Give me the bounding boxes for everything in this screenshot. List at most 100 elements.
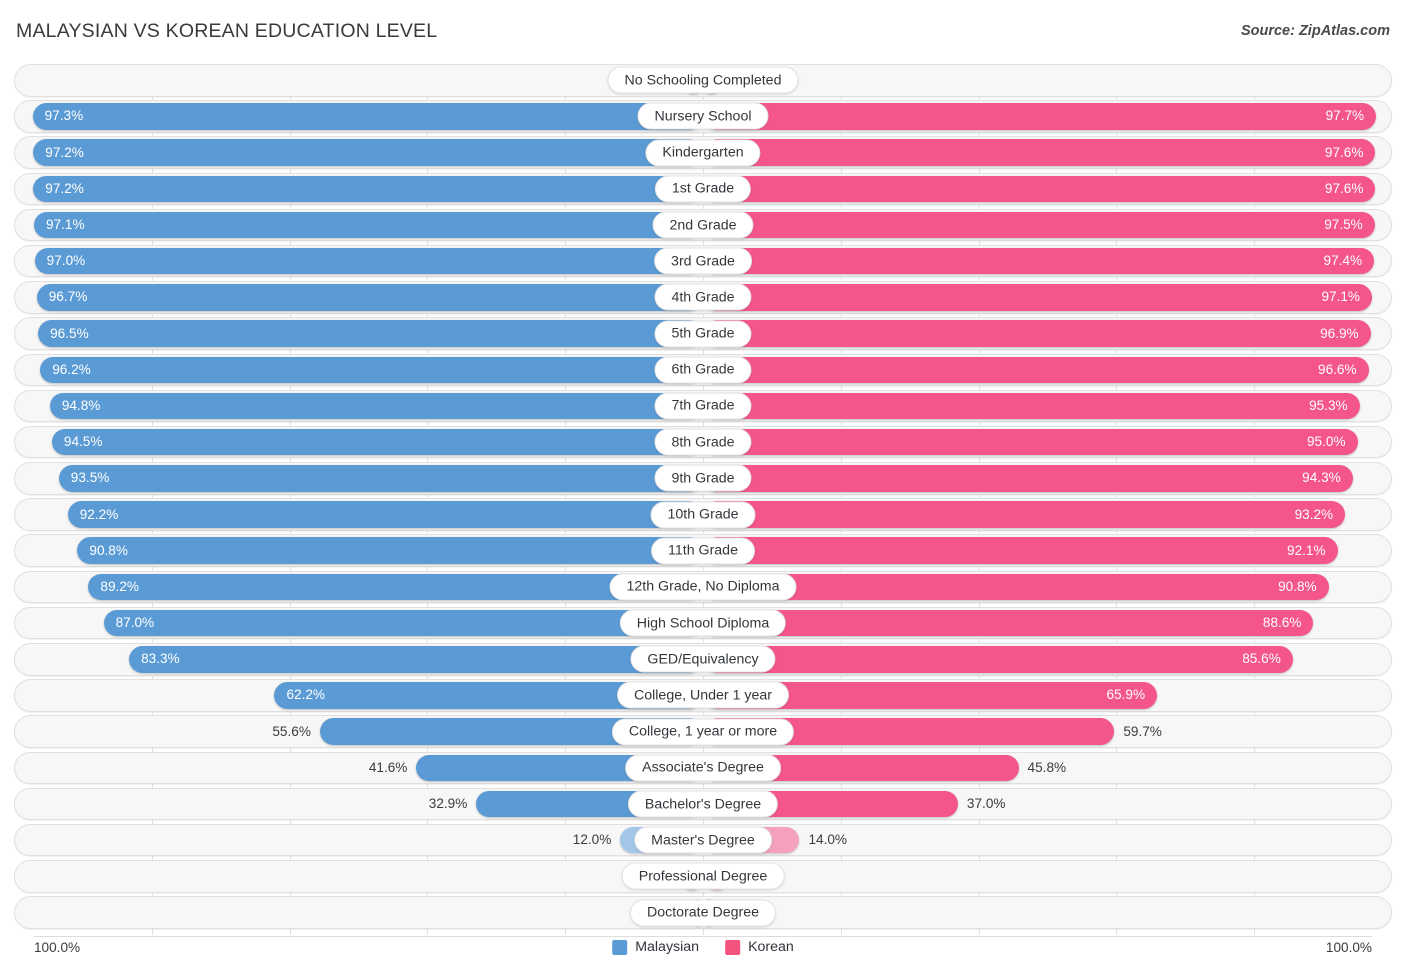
category-label[interactable]: Professional Degree — [621, 862, 785, 890]
category-label[interactable]: 11th Grade — [651, 537, 755, 565]
bar-value-malaysian: 41.6% — [368, 760, 408, 776]
bar-value-malaysian: 93.5% — [70, 470, 110, 486]
axis-label-right: 100.0% — [1325, 940, 1372, 955]
bar-value-korean: 96.9% — [1320, 325, 1359, 341]
bar-value-malaysian: 89.2% — [100, 579, 139, 595]
chart-row: 12.0% 14.0% Master's Degree — [14, 823, 1392, 857]
chart-row: 96.5% 96.9% 5th Grade — [14, 317, 1392, 350]
chart-row: 1.5%1.7%Doctorate Degree — [14, 896, 1392, 929]
bar-value-korean: 90.8% — [1278, 579, 1317, 595]
bar-korean: 96.6% — [703, 356, 1369, 383]
category-label[interactable]: College, Under 1 year — [616, 681, 790, 709]
legend-item[interactable]: Korean — [725, 939, 794, 955]
bar-malaysian: 97.2% — [33, 139, 703, 166]
chart-row: 41.6% 45.8% Associate's Degree — [14, 751, 1392, 785]
category-label[interactable]: College, 1 year or more — [611, 718, 795, 746]
bar-value-malaysian: 32.9% — [428, 796, 468, 812]
legend: Malaysian Korean — [612, 939, 794, 955]
bar-value-malaysian: 96.5% — [50, 325, 89, 341]
chart-header: MALAYSIAN VS KOREAN EDUCATION LEVEL Sour… — [0, 0, 1406, 62]
chart-row: 90.8% 92.1% 11th Grade — [14, 534, 1392, 567]
bar-value-malaysian: 94.5% — [63, 434, 103, 450]
category-label[interactable]: 9th Grade — [654, 464, 752, 492]
source-attribution: Source: ZipAtlas.com — [1240, 23, 1390, 39]
chart-row: 92.2% 93.2% 10th Grade — [14, 498, 1392, 531]
chart-row: 93.5% 94.3% 9th Grade — [14, 462, 1392, 495]
bar-korean: 88.6% — [703, 609, 1314, 637]
bar-value-korean: 85.6% — [1242, 651, 1281, 667]
bar-value-malaysian: 97.2% — [45, 181, 84, 197]
chart-row: 55.6% 59.7% College, 1 year or more — [14, 715, 1392, 748]
chart-row: 97.1% 97.5% 2nd Grade — [14, 208, 1392, 242]
bar-korean: 97.6% — [703, 175, 1376, 203]
chart-row: 97.2% 97.6% 1st Grade — [14, 172, 1392, 206]
category-label[interactable]: GED/Equivalency — [630, 645, 776, 673]
bar-malaysian: 97.0% — [34, 247, 703, 275]
axis-label-left: 100.0% — [34, 940, 81, 955]
bar-value-malaysian: 83.3% — [141, 651, 180, 667]
bar-value-korean: 94.3% — [1302, 470, 1341, 486]
category-label[interactable]: 2nd Grade — [652, 211, 754, 239]
bar-value-korean: 14.0% — [808, 832, 847, 848]
bar-value-korean: 97.1% — [1321, 289, 1361, 305]
chart-row: 94.5% 95.0% 8th Grade — [14, 425, 1392, 459]
category-label[interactable]: Doctorate Degree — [630, 899, 776, 927]
bar-value-malaysian: 92.2% — [79, 506, 119, 522]
bar-value-malaysian: 55.6% — [272, 723, 311, 739]
category-label[interactable]: Bachelor's Degree — [627, 790, 779, 818]
footer-divider — [34, 936, 1372, 937]
chart-row: 94.8% 95.3% 7th Grade — [14, 389, 1392, 423]
category-label[interactable]: Master's Degree — [634, 826, 772, 854]
category-label[interactable]: 6th Grade — [654, 356, 752, 384]
bar-malaysian: 94.8% — [49, 392, 703, 420]
bar-value-malaysian: 90.8% — [89, 542, 128, 558]
bar-malaysian: 93.5% — [58, 465, 703, 492]
category-label[interactable]: High School Diploma — [619, 609, 787, 637]
bar-korean: 85.6% — [703, 646, 1293, 673]
bar-malaysian: 96.2% — [40, 356, 703, 383]
bar-malaysian: 87.0% — [103, 609, 703, 637]
bar-value-korean: 97.5% — [1324, 217, 1363, 233]
bar-malaysian: 96.7% — [36, 284, 703, 311]
category-label[interactable]: 12th Grade, No Diploma — [609, 573, 797, 601]
category-label[interactable]: 4th Grade — [654, 283, 752, 311]
legend-swatch-icon — [725, 939, 741, 955]
chart-row: 96.2% 96.6% 6th Grade — [14, 353, 1392, 386]
category-label[interactable]: Associate's Degree — [625, 754, 781, 782]
category-label[interactable]: Nursery School — [637, 102, 769, 130]
category-label[interactable]: 5th Grade — [654, 320, 752, 348]
bar-korean: 97.6% — [703, 139, 1376, 166]
bar-malaysian: 83.3% — [129, 646, 703, 673]
category-label[interactable]: 1st Grade — [654, 175, 752, 203]
bar-value-malaysian: 94.8% — [61, 398, 101, 414]
bar-value-korean: 95.3% — [1309, 398, 1348, 414]
bar-malaysian: 96.5% — [38, 320, 703, 347]
bar-value-korean: 65.9% — [1106, 687, 1146, 703]
category-label[interactable]: No Schooling Completed — [607, 66, 799, 94]
chart-row: 62.2% 65.9% College, Under 1 year — [14, 679, 1392, 712]
legend-swatch-icon — [612, 939, 628, 955]
page-title: MALAYSIAN VS KOREAN EDUCATION LEVEL — [16, 20, 438, 42]
bar-malaysian: 97.2% — [33, 175, 703, 203]
bar-value-korean: 97.6% — [1324, 181, 1364, 197]
category-label[interactable]: 7th Grade — [654, 392, 752, 420]
category-label[interactable]: 8th Grade — [654, 428, 752, 456]
diverging-bar-plot: 2.8%2.4%No Schooling Completed 97.3% 97.7%… — [14, 64, 1392, 935]
chart-row: 3.4%4.1%Professional Degree — [14, 860, 1392, 893]
bar-value-korean: 96.6% — [1318, 361, 1357, 377]
bar-korean: 97.1% — [703, 284, 1373, 311]
bar-korean: 97.5% — [703, 211, 1375, 239]
bar-malaysian: 94.5% — [51, 428, 703, 456]
chart-row: 32.9% 37.0% Bachelor's Degree — [14, 787, 1392, 821]
category-label[interactable]: 10th Grade — [650, 501, 756, 528]
bar-korean: 94.3% — [703, 465, 1353, 492]
bar-korean: 97.4% — [703, 247, 1375, 275]
bar-korean: 93.2% — [703, 501, 1346, 528]
category-label[interactable]: Kindergarten — [645, 139, 761, 167]
bar-value-korean: 97.4% — [1323, 253, 1363, 269]
legend-item[interactable]: Malaysian — [612, 939, 699, 955]
bar-value-korean: 59.7% — [1123, 723, 1162, 739]
category-label[interactable]: 3rd Grade — [654, 247, 752, 275]
bar-value-malaysian: 96.2% — [52, 361, 91, 377]
bar-value-malaysian: 97.0% — [46, 253, 86, 269]
